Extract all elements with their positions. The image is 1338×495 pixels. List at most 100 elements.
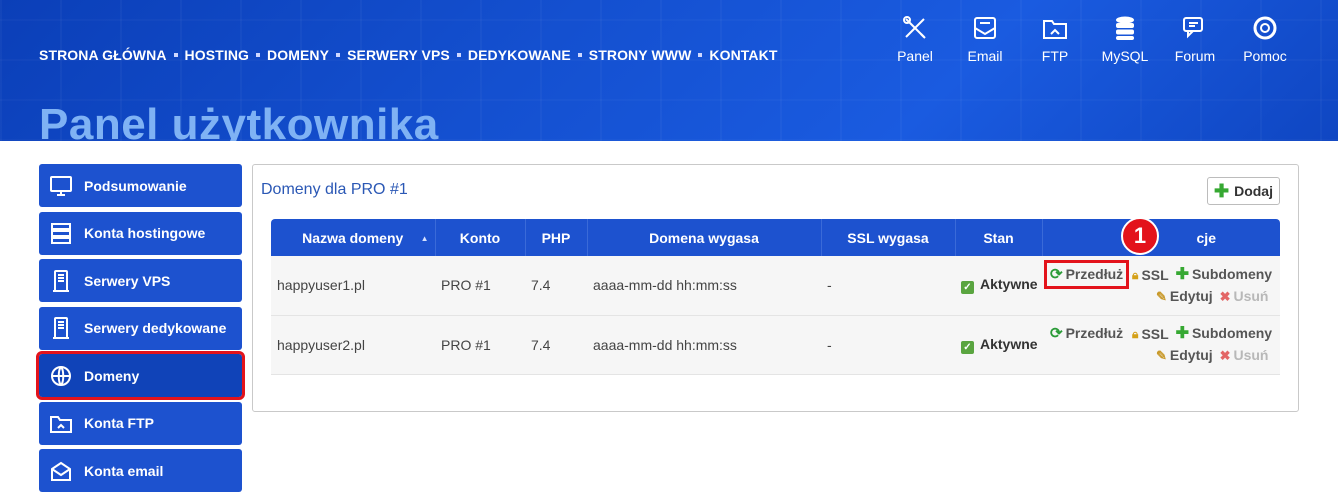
ssl-button[interactable]: 🔒︎ SSL	[1132, 265, 1169, 286]
sidebar-item-serwery-vps[interactable]: Serwery VPS	[39, 259, 242, 302]
ssl-label: SSL	[1141, 326, 1169, 342]
delete-label: Usuń	[1233, 347, 1269, 363]
delete-icon: ✖	[1219, 288, 1231, 304]
sidebar-item-label: Konta hostingowe	[84, 225, 206, 241]
php-cell: 7.4	[531, 277, 551, 294]
table-row: happyuser2.pl PRO #1 7.4 aaaa-mm-dd hh:m…	[271, 315, 1280, 374]
actions-line: ✎ Edytuj ✖ Usuń	[1048, 345, 1280, 366]
column-header-label: Nazwa domeny	[302, 229, 404, 246]
nav-serwery-vps[interactable]: SERWERY VPS	[347, 47, 450, 63]
tool-email[interactable]: Email	[950, 14, 1020, 64]
sidebar-item-serwery-dedykowane[interactable]: Serwery dedykowane	[39, 306, 242, 350]
column-header-status: Stan	[955, 219, 1043, 256]
tool-ftp[interactable]: FTP	[1020, 14, 1090, 64]
sidebar-item-konta-hostingowe[interactable]: Konta hostingowe	[39, 211, 242, 255]
renew-label: Przedłuż	[1065, 265, 1124, 282]
actions-cell: ⟳ Przedłuż 🔒︎ SSL ✚ Subdomeny ✎ Edytuj ✖ Usuń	[1042, 256, 1280, 315]
lock-icon: 🔒︎	[1132, 267, 1139, 282]
nav-strona-glowna[interactable]: STRONA GŁÓWNA	[39, 47, 167, 63]
delete-icon: ✖	[1219, 348, 1231, 363]
add-button-label: Dodaj	[1234, 183, 1273, 199]
panel-title: Domeny dla PRO #1	[261, 181, 408, 198]
ssl-cell: -	[827, 336, 832, 353]
tool-panel[interactable]: Panel	[880, 14, 950, 64]
tool-panel-label: Panel	[897, 48, 933, 64]
edit-label: Edytuj	[1169, 287, 1213, 304]
tool-ftp-label: FTP	[1041, 48, 1069, 64]
delete-button[interactable]: ✖ Usuń	[1220, 345, 1269, 366]
tools-icon	[903, 16, 926, 39]
nav-separator	[456, 53, 461, 57]
sort-asc-icon: ▲	[420, 234, 429, 243]
email-icon	[974, 17, 996, 39]
status-label: Aktywne	[980, 276, 1038, 293]
ssl-button[interactable]: 🔒︎ SSL	[1132, 324, 1169, 345]
status-cell: ✓ Aktywne	[955, 256, 1042, 315]
sidebar-item-label: Serwery dedykowane	[84, 320, 227, 336]
renew-button[interactable]: ⟳ Przedłuż	[1048, 323, 1125, 344]
tool-mysql[interactable]: MySQL	[1090, 14, 1160, 64]
header: STRONA GŁÓWNA HOSTING DOMENY SERWERY VPS…	[0, 0, 1338, 141]
sidebar-item-label: Konta FTP	[84, 415, 154, 431]
sidebar: Podsumowanie Konta hostingowe Serwery VP…	[36, 164, 245, 495]
www-globe-icon	[51, 365, 71, 386]
subdomains-label: Subdomeny	[1191, 265, 1273, 282]
nav-kontakt[interactable]: KONTAKT	[709, 47, 777, 63]
nav-separator	[256, 53, 261, 57]
subdomains-button[interactable]: ✚ Subdomeny	[1176, 323, 1273, 344]
nav-dedykowane[interactable]: DEDYKOWANE	[468, 47, 571, 63]
top-navigation: STRONA GŁÓWNA HOSTING DOMENY SERWERY VPS…	[39, 47, 778, 63]
tool-pomoc-label: Pomoc	[1243, 48, 1287, 64]
ssl-label: SSL	[1141, 266, 1169, 283]
domains-panel: Domeny dla PRO #1 ✚ Dodaj Nazwa domeny ▲ …	[252, 164, 1299, 412]
sidebar-item-podsumowanie[interactable]: Podsumowanie	[39, 164, 242, 207]
add-domain-button[interactable]: ✚ Dodaj	[1207, 177, 1280, 205]
ftp-folder-icon	[50, 416, 72, 433]
renew-button[interactable]: ⟳ Przedłuż	[1043, 259, 1130, 289]
sidebar-item-konta-ftp[interactable]: Konta FTP	[39, 401, 242, 445]
domain-cell: happyuser1.pl	[277, 277, 365, 294]
tool-pomoc[interactable]: Pomoc	[1230, 14, 1300, 64]
delete-button[interactable]: ✖ Usuń	[1220, 286, 1269, 307]
tool-forum[interactable]: Forum	[1160, 14, 1230, 64]
sidebar-item-label: Serwery VPS	[84, 272, 171, 289]
account-cell: PRO #1	[441, 336, 491, 353]
tool-mysql-label: MySQL	[1101, 48, 1149, 64]
plus-icon: ✚	[1175, 325, 1189, 342]
tool-shortcuts: Panel Email FTP MySQL Forum Pomoc	[880, 14, 1300, 64]
edit-button[interactable]: ✎ Edytuj	[1156, 286, 1213, 307]
sidebar-item-konta-email[interactable]: Konta email	[39, 449, 242, 492]
actions-line: ⟳ Przedłuż 🔒︎ SSL ✚ Subdomeny	[1048, 323, 1280, 345]
nav-separator	[173, 53, 178, 57]
nav-domeny[interactable]: DOMENY	[267, 47, 329, 63]
check-icon: ✓	[961, 281, 974, 295]
expires-cell: aaaa-mm-dd hh:mm:ss	[593, 277, 737, 294]
plus-icon: ✚	[1175, 265, 1189, 283]
nav-hosting[interactable]: HOSTING	[185, 47, 249, 63]
column-header-account: Konto	[435, 219, 526, 256]
sidebar-item-domeny[interactable]: Domeny	[36, 351, 245, 400]
database-icon	[1116, 16, 1134, 40]
nav-strony-www[interactable]: STRONY WWW	[589, 47, 692, 63]
nav-separator	[698, 53, 703, 57]
column-header-php: PHP	[525, 219, 588, 256]
ssl-cell: -	[827, 277, 832, 294]
account-cell: PRO #1	[441, 277, 491, 294]
subdomains-label: Subdomeny	[1191, 325, 1273, 341]
server-icon	[53, 317, 69, 339]
expires-cell: aaaa-mm-dd hh:mm:ss	[593, 336, 737, 353]
column-header-domain[interactable]: Nazwa domeny ▲	[271, 219, 436, 256]
delete-label: Usuń	[1233, 287, 1269, 304]
column-header-ssl-expires: SSL wygasa	[821, 219, 956, 256]
edit-button[interactable]: ✎ Edytuj	[1156, 345, 1213, 366]
php-cell: 7.4	[531, 336, 551, 353]
nav-separator	[577, 53, 582, 57]
forum-icon	[1183, 17, 1203, 39]
step-badge: 1	[1121, 217, 1159, 255]
subdomains-button[interactable]: ✚ Subdomeny	[1176, 264, 1273, 285]
column-header-label: cje	[1196, 229, 1216, 246]
lock-icon: 🔒︎	[1132, 327, 1139, 341]
server-stack-icon	[51, 223, 71, 244]
server-icon	[53, 269, 69, 292]
tool-forum-label: Forum	[1174, 48, 1216, 64]
